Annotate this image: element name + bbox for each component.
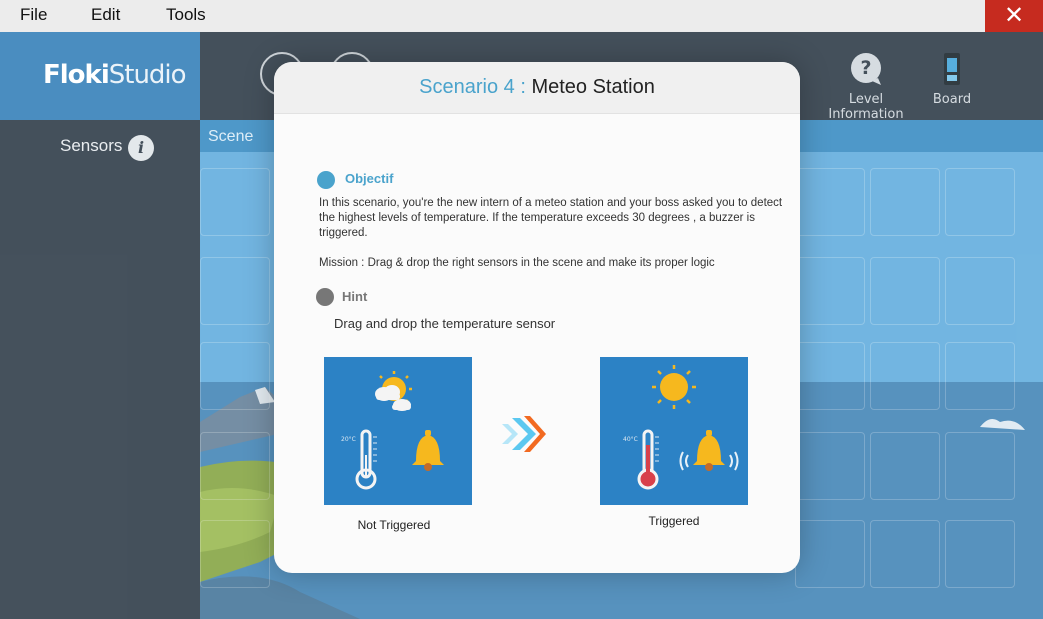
menu-edit[interactable]: Edit: [91, 5, 120, 25]
scene-cell[interactable]: [945, 342, 1015, 410]
hint-title: Hint: [342, 289, 368, 304]
objectif-bullet-icon: [317, 171, 335, 189]
scene-cell[interactable]: [945, 520, 1015, 588]
scenario-modal: Scenario 4 : Meteo Station Objectif In t…: [274, 62, 800, 573]
mission-text: Mission : Drag & drop the right sensors …: [319, 257, 715, 269]
logo-bold: Floki: [43, 60, 110, 90]
board-icon: [944, 53, 960, 85]
bell-icon: [679, 430, 739, 471]
not-triggered-panel: 20°C: [324, 357, 472, 505]
app-logo: FlokiStudio: [43, 60, 187, 90]
scene-cell[interactable]: [200, 432, 270, 500]
scene-cell[interactable]: [200, 342, 270, 410]
objectif-text: In this scenario, you're the new intern …: [319, 197, 783, 239]
title-prefix: Scenario 4 :: [419, 76, 526, 98]
triggered-illustration: 40°C: [623, 365, 739, 490]
sensors-label: Sensors: [60, 136, 123, 155]
scene-cell[interactable]: [795, 168, 865, 236]
scene-cell[interactable]: [945, 257, 1015, 325]
menu-bar: File Edit Tools ✕: [0, 0, 1043, 32]
modal-title: Scenario 4 : Meteo Station: [274, 76, 800, 99]
cloud-sun-icon: [375, 371, 412, 411]
level-information-button[interactable]: ? Level Information: [812, 52, 920, 122]
logo-area: FlokiStudio: [0, 32, 200, 120]
scene-cell[interactable]: [200, 257, 270, 325]
right-temp-label: 40°C: [623, 436, 638, 443]
question-icon: ?: [851, 53, 881, 85]
scene-cell[interactable]: [870, 168, 940, 236]
menu-tools[interactable]: Tools: [166, 5, 206, 25]
svg-text:?: ?: [860, 57, 871, 79]
bell-icon: [412, 430, 444, 471]
not-triggered-caption: Not Triggered: [357, 518, 431, 532]
board-label: Board: [932, 92, 972, 107]
close-icon[interactable]: ✕: [985, 0, 1043, 32]
scene-cell[interactable]: [945, 432, 1015, 500]
triggered-panel: 40°C: [600, 357, 748, 505]
objectif-title: Objectif: [345, 171, 394, 186]
scene-tab-label: Scene: [208, 128, 254, 145]
scene-cell[interactable]: [870, 432, 940, 500]
hint-bullet-icon: [316, 288, 334, 306]
scene-cell[interactable]: [200, 168, 270, 236]
not-triggered-illustration: 20°C: [341, 371, 444, 490]
scene-cell[interactable]: [870, 520, 940, 588]
hint-text: Drag and drop the temperature sensor: [334, 316, 556, 331]
board-button[interactable]: Board: [926, 52, 978, 107]
modal-header: Scenario 4 : Meteo Station: [274, 62, 800, 114]
left-temp-label: 20°C: [341, 436, 356, 443]
scene-cell[interactable]: [200, 520, 270, 588]
sun-icon: [652, 365, 696, 409]
scene-cell[interactable]: [795, 520, 865, 588]
scene-cell[interactable]: [795, 432, 865, 500]
level-information-label: Level Information: [828, 92, 904, 122]
title-main: Meteo Station: [531, 76, 655, 98]
scene-cell[interactable]: [945, 168, 1015, 236]
triggered-caption: Triggered: [648, 514, 700, 528]
info-icon[interactable]: i: [128, 135, 154, 161]
scene-cell[interactable]: [795, 342, 865, 410]
sidebar: Sensors i: [0, 120, 200, 619]
scene-cell[interactable]: [870, 342, 940, 410]
arrow-icon: [502, 416, 546, 452]
thermometer-icon: 20°C: [341, 429, 377, 490]
menu-file[interactable]: File: [20, 5, 47, 25]
logo-light: Studio: [108, 60, 187, 90]
scene-cell[interactable]: [795, 257, 865, 325]
thermometer-icon: 40°C: [623, 429, 659, 490]
scene-cell[interactable]: [870, 257, 940, 325]
